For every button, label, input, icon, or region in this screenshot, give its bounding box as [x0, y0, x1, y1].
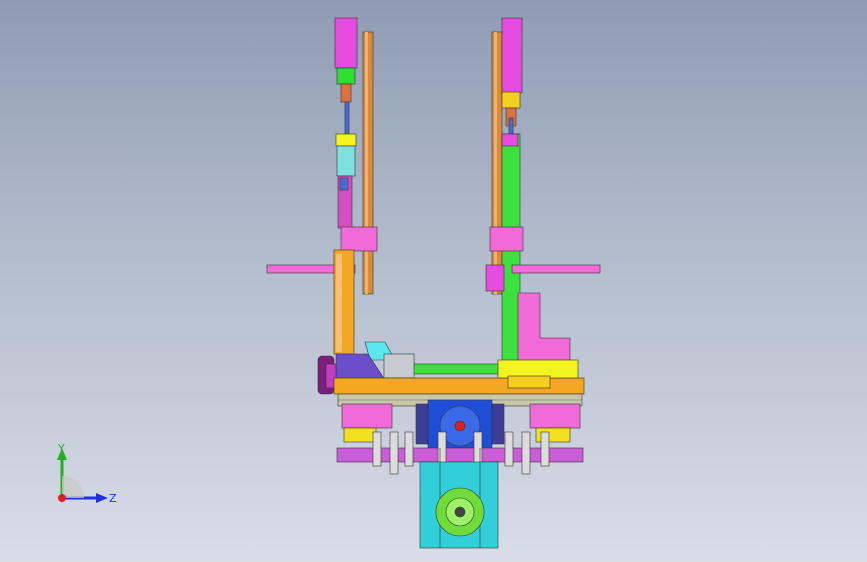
assembly-model [266, 17, 601, 549]
left-pink-bracket [340, 226, 378, 252]
green-cross-bar [409, 363, 504, 375]
z-axis-label: Z [109, 492, 117, 505]
right-cylinder-head [501, 17, 523, 94]
cad-viewport[interactable] [0, 0, 867, 562]
right-pink-bracket [489, 226, 524, 252]
left-yellow-collar [335, 133, 357, 147]
right-pink-block [517, 292, 571, 366]
left-carriage [341, 403, 393, 429]
y-axis-label: Y [57, 442, 65, 455]
right-carriage [529, 403, 581, 429]
right-horizontal-arm [511, 264, 601, 274]
left-cylinder-head [334, 17, 358, 69]
coordinate-triad: Y Z [57, 442, 117, 505]
